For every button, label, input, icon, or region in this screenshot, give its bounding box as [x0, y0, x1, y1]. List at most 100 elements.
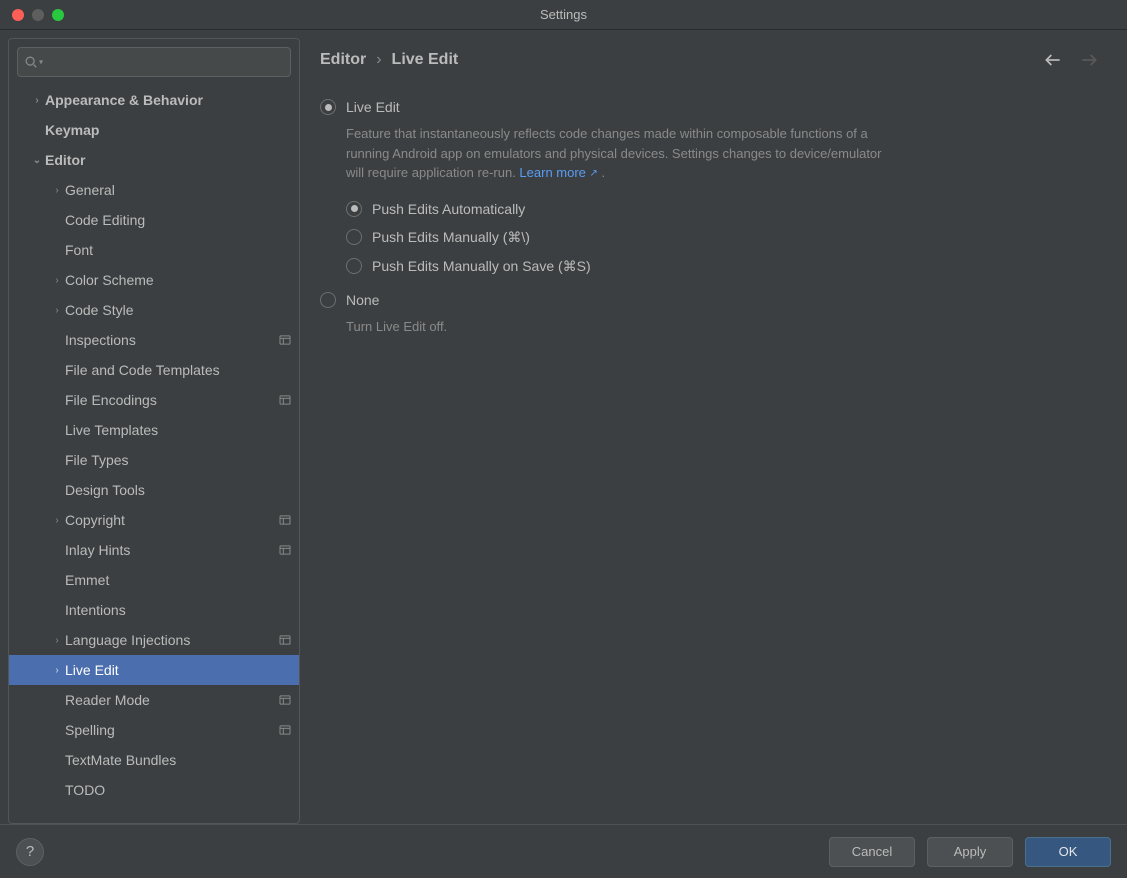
- tree-item-label: Design Tools: [65, 482, 291, 498]
- tree-item-label: Copyright: [65, 512, 275, 528]
- tree-item-appearance[interactable]: ›Appearance & Behavior: [9, 85, 299, 115]
- tree-item-spelling[interactable]: Spelling: [9, 715, 299, 745]
- radio-label: None: [346, 292, 379, 308]
- tree-item-label: Appearance & Behavior: [45, 92, 291, 108]
- tree-item-live-edit[interactable]: ›Live Edit: [9, 655, 299, 685]
- chevron-right-icon: ›: [49, 665, 65, 676]
- tree-item-keymap[interactable]: Keymap: [9, 115, 299, 145]
- tree-item-general[interactable]: ›General: [9, 175, 299, 205]
- tree-item-editor[interactable]: ⌄Editor: [9, 145, 299, 175]
- settings-tree[interactable]: ›Appearance & BehaviorKeymap⌄Editor›Gene…: [9, 85, 299, 823]
- dialog-footer: ? Cancel Apply OK: [0, 824, 1127, 878]
- tree-item-file-encodings[interactable]: File Encodings: [9, 385, 299, 415]
- chevron-right-icon: ›: [49, 275, 65, 286]
- radio-push-on-save[interactable]: Push Edits Manually on Save (⌘S): [346, 252, 1099, 281]
- chevron-down-icon: ⌄: [29, 155, 45, 166]
- chevron-right-icon: ›: [49, 185, 65, 196]
- search-dropdown-icon[interactable]: ▾: [39, 58, 43, 67]
- nav-forward-icon: [1079, 50, 1099, 70]
- project-scope-icon: [275, 332, 291, 348]
- tree-item-inspections[interactable]: Inspections: [9, 325, 299, 355]
- tree-item-design-tools[interactable]: Design Tools: [9, 475, 299, 505]
- radio-push-manual[interactable]: Push Edits Manually (⌘\): [346, 223, 1099, 252]
- nav-back-icon[interactable]: [1043, 50, 1063, 70]
- tree-item-label: Inlay Hints: [65, 542, 275, 558]
- settings-sidebar: ▾ ›Appearance & BehaviorKeymap⌄Editor›Ge…: [8, 38, 300, 824]
- chevron-right-icon: ›: [49, 635, 65, 646]
- tree-item-textmate[interactable]: TextMate Bundles: [9, 745, 299, 775]
- tree-item-file-templates[interactable]: File and Code Templates: [9, 355, 299, 385]
- radio-label: Live Edit: [346, 99, 400, 115]
- tree-item-emmet[interactable]: Emmet: [9, 565, 299, 595]
- tree-item-color-scheme[interactable]: ›Color Scheme: [9, 265, 299, 295]
- project-scope-icon: [275, 392, 291, 408]
- radio-push-auto[interactable]: Push Edits Automatically: [346, 195, 1099, 223]
- tree-item-label: Reader Mode: [65, 692, 275, 708]
- apply-button[interactable]: Apply: [927, 837, 1013, 867]
- radio-icon: [320, 292, 336, 308]
- minimize-window-button[interactable]: [32, 9, 44, 21]
- tree-item-label: TODO: [65, 782, 291, 798]
- tree-item-label: Intentions: [65, 602, 291, 618]
- radio-icon: [346, 201, 362, 217]
- tree-item-font[interactable]: Font: [9, 235, 299, 265]
- tree-item-label: Emmet: [65, 572, 291, 588]
- tree-item-label: General: [65, 182, 291, 198]
- search-box: ▾: [17, 47, 291, 77]
- project-scope-icon: [275, 632, 291, 648]
- breadcrumb-parent: Editor: [320, 51, 366, 69]
- tree-item-copyright[interactable]: ›Copyright: [9, 505, 299, 535]
- radio-live-edit[interactable]: Live Edit: [320, 94, 1099, 120]
- push-mode-subgroup: Push Edits Automatically Push Edits Manu…: [320, 195, 1099, 281]
- window-title: Settings: [0, 7, 1127, 22]
- tree-item-label: File and Code Templates: [65, 362, 291, 378]
- tree-item-label: Language Injections: [65, 632, 275, 648]
- breadcrumb-current: Live Edit: [392, 51, 459, 69]
- radio-label: Push Edits Automatically: [372, 201, 525, 217]
- tree-item-label: TextMate Bundles: [65, 752, 291, 768]
- tree-item-label: Spelling: [65, 722, 275, 738]
- maximize-window-button[interactable]: [52, 9, 64, 21]
- cancel-button[interactable]: Cancel: [829, 837, 915, 867]
- project-scope-icon: [275, 542, 291, 558]
- tree-item-label: Editor: [45, 152, 291, 168]
- chevron-right-icon: ›: [49, 515, 65, 526]
- tree-item-label: Font: [65, 242, 291, 258]
- project-scope-icon: [275, 512, 291, 528]
- tree-item-code-style[interactable]: ›Code Style: [9, 295, 299, 325]
- search-input[interactable]: [17, 47, 291, 77]
- radio-icon: [346, 229, 362, 245]
- radio-label: Push Edits Manually on Save (⌘S): [372, 258, 591, 275]
- tree-item-label: Color Scheme: [65, 272, 291, 288]
- live-edit-description: Feature that instantaneously reflects co…: [320, 120, 900, 195]
- close-window-button[interactable]: [12, 9, 24, 21]
- external-link-icon: ↗: [590, 166, 598, 181]
- tree-item-label: Keymap: [45, 122, 291, 138]
- breadcrumb: Editor › Live Edit: [320, 51, 458, 69]
- tree-item-code-editing[interactable]: Code Editing: [9, 205, 299, 235]
- help-button[interactable]: ?: [16, 838, 44, 866]
- live-edit-mode-group: Live Edit Feature that instantaneously r…: [320, 94, 1099, 348]
- chevron-right-icon: ›: [49, 305, 65, 316]
- tree-item-file-types[interactable]: File Types: [9, 445, 299, 475]
- tree-item-lang-injections[interactable]: ›Language Injections: [9, 625, 299, 655]
- project-scope-icon: [275, 692, 291, 708]
- radio-icon: [346, 258, 362, 274]
- tree-item-label: File Types: [65, 452, 291, 468]
- radio-none[interactable]: None: [320, 287, 1099, 313]
- main-area: ▾ ›Appearance & BehaviorKeymap⌄Editor›Ge…: [0, 30, 1127, 824]
- breadcrumb-separator: ›: [376, 51, 381, 69]
- tree-item-inlay-hints[interactable]: Inlay Hints: [9, 535, 299, 565]
- window-controls: [0, 9, 64, 21]
- tree-item-label: File Encodings: [65, 392, 275, 408]
- ok-button[interactable]: OK: [1025, 837, 1111, 867]
- tree-item-label: Live Edit: [65, 662, 291, 678]
- tree-item-intentions[interactable]: Intentions: [9, 595, 299, 625]
- chevron-right-icon: ›: [29, 95, 45, 106]
- none-description: Turn Live Edit off.: [320, 313, 900, 349]
- project-scope-icon: [275, 722, 291, 738]
- tree-item-todo[interactable]: TODO: [9, 775, 299, 805]
- learn-more-link[interactable]: Learn more ↗: [519, 165, 598, 180]
- tree-item-live-templates[interactable]: Live Templates: [9, 415, 299, 445]
- tree-item-reader-mode[interactable]: Reader Mode: [9, 685, 299, 715]
